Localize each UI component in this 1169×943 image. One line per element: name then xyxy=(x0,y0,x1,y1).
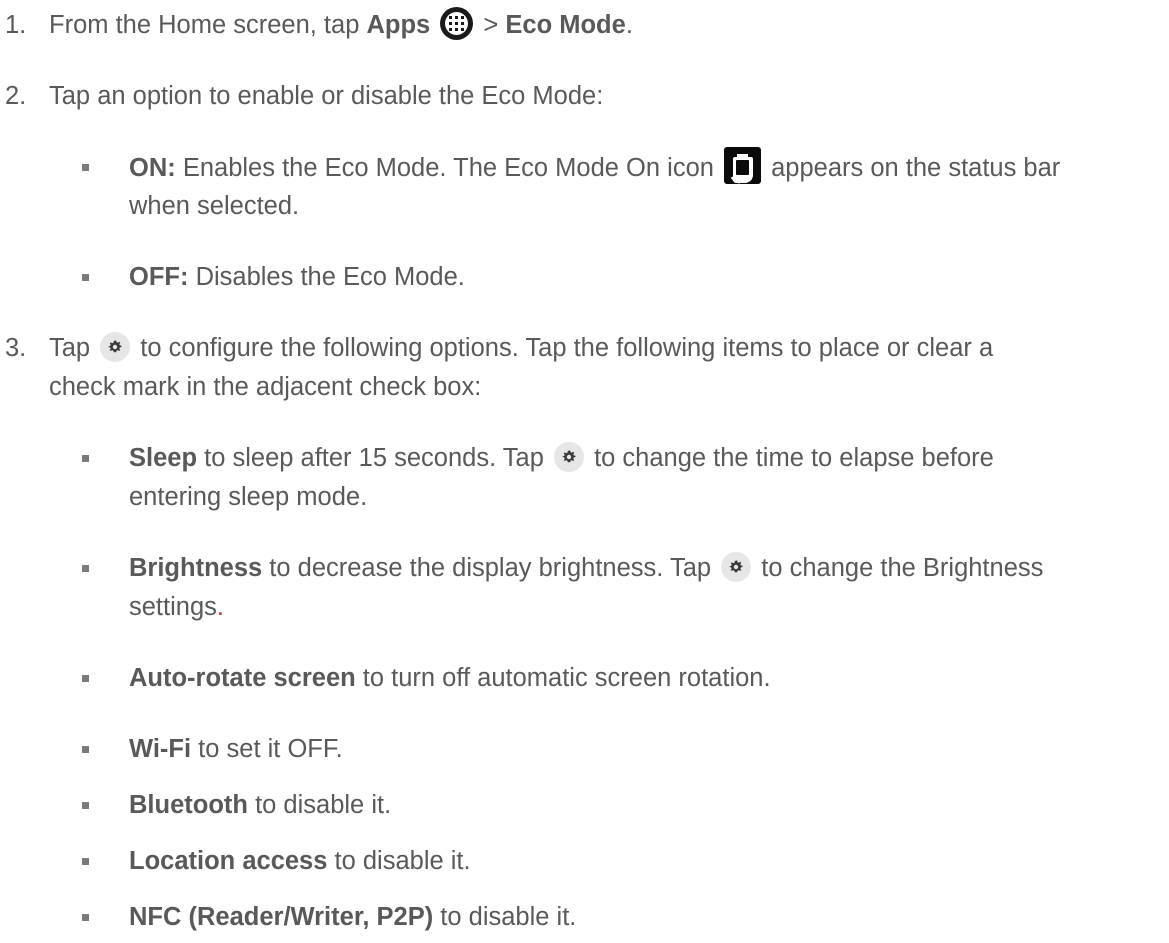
on-label: ON: xyxy=(129,154,176,183)
step-3-cont: check mark in the adjacent check box: xyxy=(49,373,482,401)
step-2-text: Tap an option to enable or disable the E… xyxy=(49,82,604,110)
bullet-icon xyxy=(82,675,89,682)
gear-icon xyxy=(100,332,131,363)
list-item-sleep-cont: entering sleep mode. xyxy=(129,483,368,511)
bluetooth-label: Bluetooth xyxy=(129,791,248,819)
step-number: 3. xyxy=(5,334,27,362)
gear-icon xyxy=(553,442,584,473)
gear-icon xyxy=(721,552,752,583)
bullet-icon xyxy=(82,565,89,572)
bullet-icon xyxy=(82,858,89,865)
sleep-label: Sleep xyxy=(129,444,198,472)
location-label: Location access xyxy=(129,847,328,875)
bullet-icon xyxy=(82,746,89,753)
off-label: OFF: xyxy=(129,263,189,291)
auto-rotate-label: Auto-rotate screen xyxy=(129,664,356,692)
nfc-label: NFC (Reader/Writer, P2P) xyxy=(129,903,434,931)
step-number: 2. xyxy=(5,82,27,110)
apps-label: Apps xyxy=(366,11,431,39)
bullet-icon xyxy=(82,914,89,921)
step-1-text: From the Home screen, tap Apps > Eco Mod… xyxy=(49,6,633,43)
wifi-label: Wi-Fi xyxy=(129,735,192,763)
eco-mode-battery-icon xyxy=(724,147,762,184)
bullet-icon xyxy=(82,164,89,171)
list-item-brightness-cont: settings. xyxy=(129,593,224,621)
step-number: 1. xyxy=(5,11,27,39)
eco-mode-label: Eco Mode xyxy=(505,11,626,39)
apps-grid-icon xyxy=(440,6,474,40)
bullet-icon xyxy=(82,802,89,809)
bullet-icon xyxy=(82,274,89,281)
instructions-document: 1. From the Home screen, tap Apps > Eco … xyxy=(0,0,1169,943)
brightness-label: Brightness xyxy=(129,554,263,582)
list-item-on-cont: when selected. xyxy=(129,192,300,220)
bullet-icon xyxy=(82,455,89,462)
